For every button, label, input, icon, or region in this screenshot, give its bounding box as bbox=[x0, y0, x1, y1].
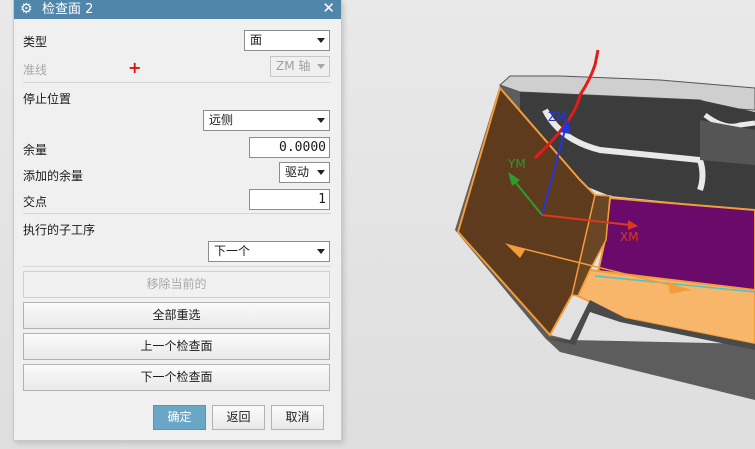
chevron-down-icon bbox=[317, 64, 325, 69]
prev-check-face-button[interactable]: 上一个检查面 bbox=[23, 333, 330, 360]
chevron-down-icon bbox=[317, 118, 325, 123]
remove-current-button: 移除当前的 bbox=[23, 271, 330, 298]
axis-label-z: ZM bbox=[548, 110, 567, 124]
sub-operation-select[interactable]: 下一个 bbox=[208, 241, 330, 262]
guide-label: 准线 bbox=[23, 63, 48, 77]
reselect-all-button[interactable]: 全部重选 bbox=[23, 302, 330, 329]
dialog-titlebar: ⚙ 检查面 2 ✕ bbox=[14, 0, 341, 19]
divider bbox=[23, 82, 331, 83]
added-stock-select[interactable]: 驱动 bbox=[279, 162, 330, 183]
gear-icon: ⚙ bbox=[20, 1, 33, 17]
sub-operation-label: 执行的子工序 bbox=[23, 223, 96, 237]
dialog-title: 检查面 2 bbox=[42, 2, 94, 17]
close-icon[interactable]: ✕ bbox=[322, 0, 335, 18]
axis-label-y: YM bbox=[508, 157, 526, 171]
stop-position-label: 停止位置 bbox=[23, 92, 72, 106]
intersections-label: 交点 bbox=[23, 195, 48, 209]
chevron-down-icon bbox=[317, 249, 325, 254]
intersections-input[interactable]: 1 bbox=[249, 189, 330, 210]
check-face-dialog: ⚙ 检查面 2 ✕ 类型 面 准线 + ZM 轴 停止位置 远侧 余量 0.00… bbox=[13, 0, 342, 441]
chevron-down-icon bbox=[317, 38, 325, 43]
axis-label-x: XM bbox=[620, 230, 639, 244]
next-check-face-button[interactable]: 下一个检查面 bbox=[23, 364, 330, 391]
type-select[interactable]: 面 bbox=[244, 30, 330, 51]
divider bbox=[23, 213, 331, 214]
divider bbox=[23, 266, 331, 267]
axis-select: ZM 轴 bbox=[270, 56, 330, 77]
ok-button[interactable]: 确定 bbox=[153, 405, 206, 430]
stop-position-select[interactable]: 远侧 bbox=[203, 110, 330, 131]
cancel-button[interactable]: 取消 bbox=[271, 405, 324, 430]
added-stock-label: 添加的余量 bbox=[23, 169, 84, 183]
chevron-down-icon bbox=[317, 170, 325, 175]
stock-input[interactable]: 0.0000 bbox=[249, 137, 330, 158]
stock-label: 余量 bbox=[23, 143, 48, 157]
type-label: 类型 bbox=[23, 35, 48, 49]
add-guide-icon[interactable]: + bbox=[128, 58, 141, 77]
back-button[interactable]: 返回 bbox=[212, 405, 265, 430]
